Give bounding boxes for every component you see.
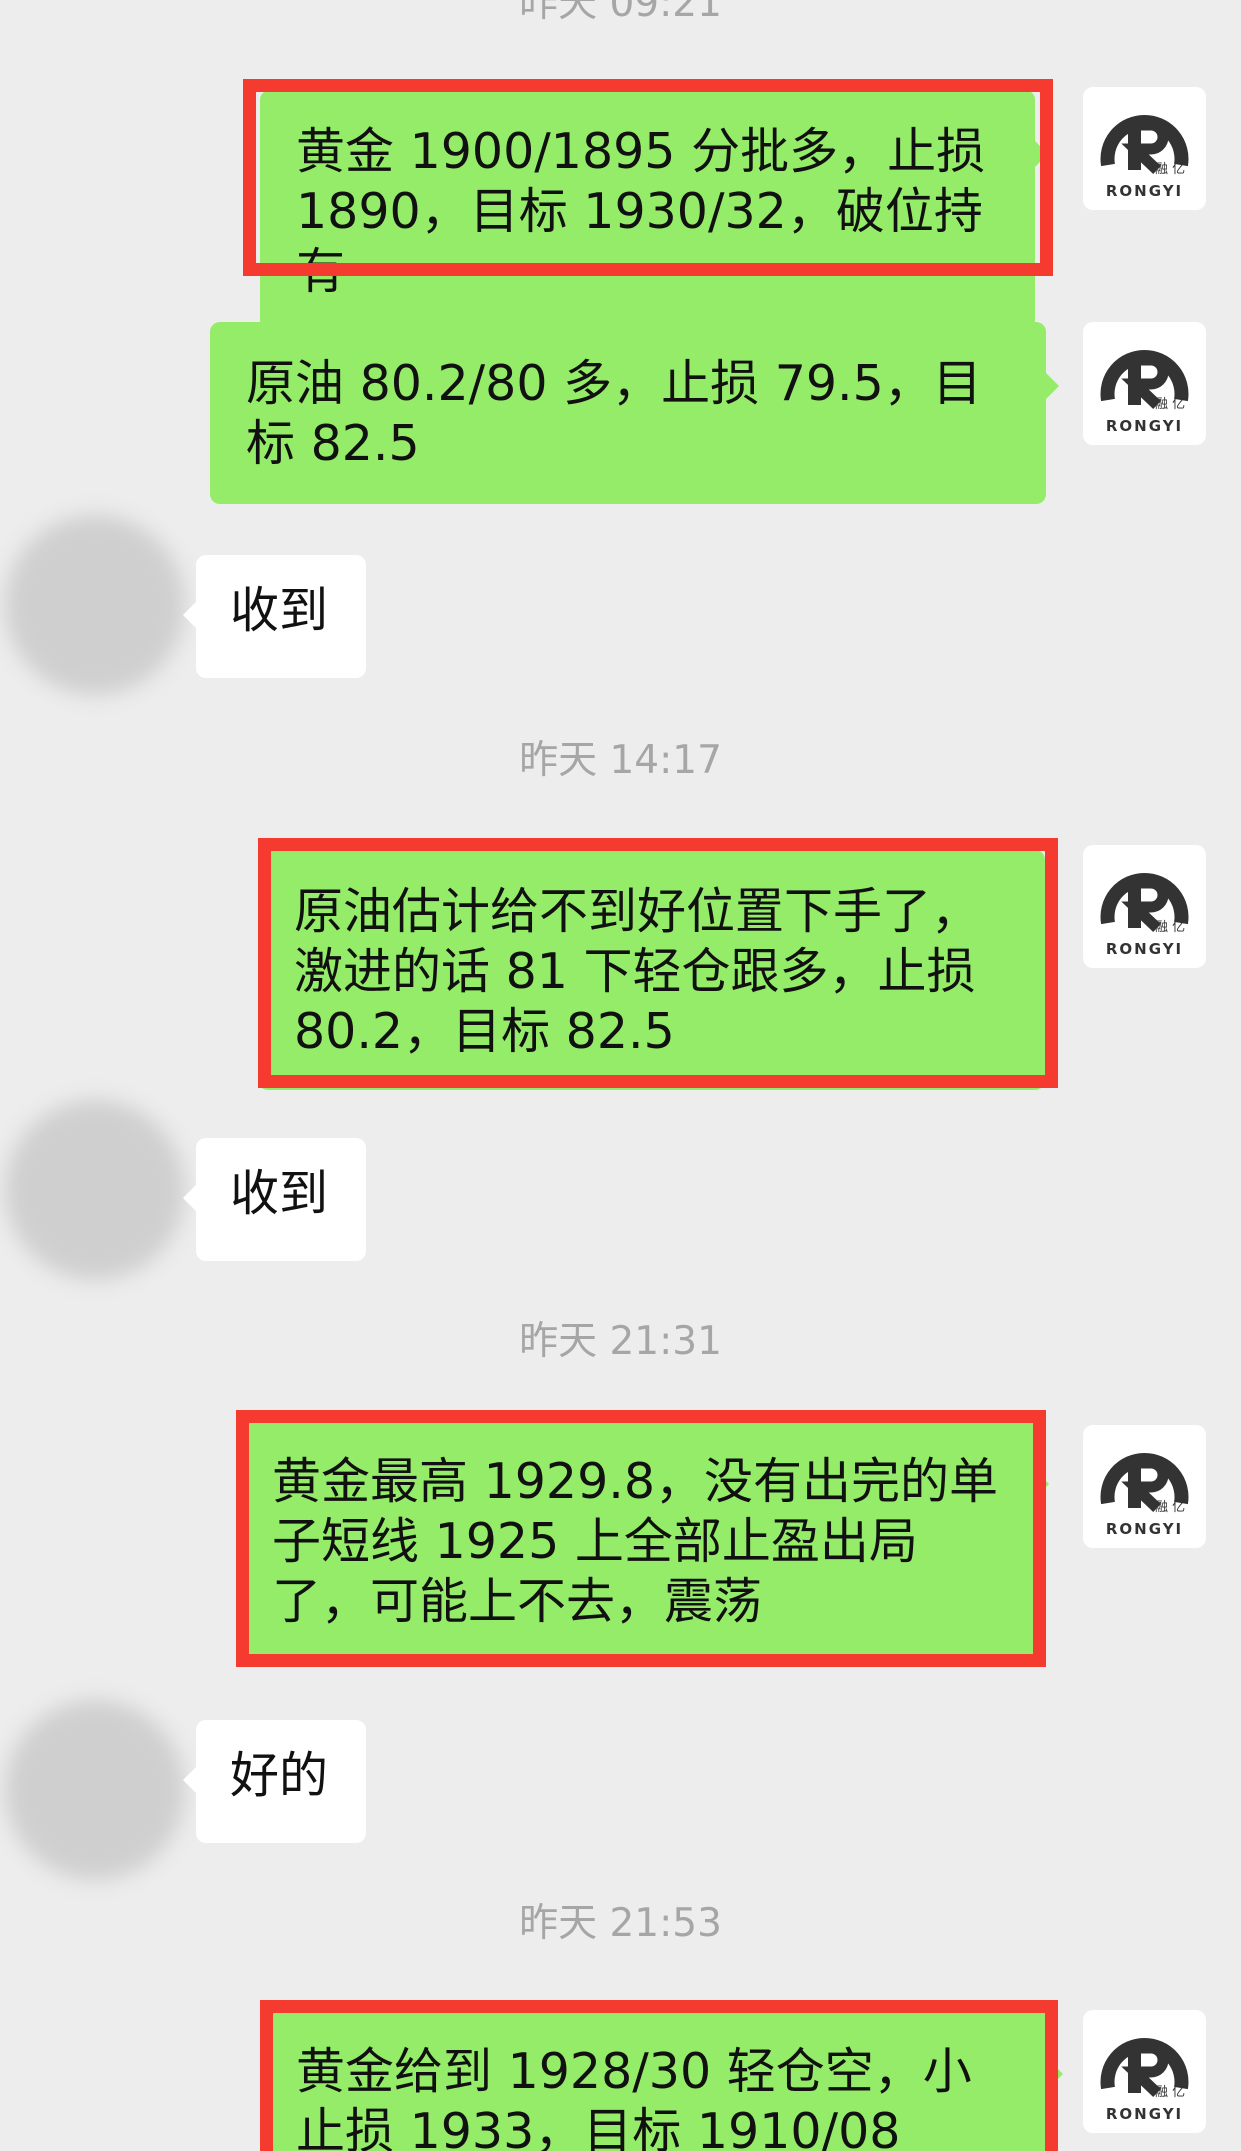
timestamp: 昨天 09:21 <box>519 0 722 26</box>
svg-text:融 亿: 融 亿 <box>1155 397 1185 412</box>
sent-message[interactable]: 黄金 1900/1895 分批多，止损 1890，目标 1930/32，破位持有 <box>260 90 1048 330</box>
svg-text:融 亿: 融 亿 <box>1155 1500 1185 1515</box>
svg-text:RONGYI: RONGYI <box>1106 182 1183 200</box>
brand-avatar[interactable]: 融 亿 RONGYI <box>1083 1425 1206 1548</box>
received-message[interactable]: 收到 <box>183 555 366 678</box>
chat-window: 昨天 09:21 黄金 1900/1895 分批多，止损 1890，目标 193… <box>0 0 1241 2151</box>
contact-avatar[interactable] <box>5 515 185 695</box>
brand-avatar[interactable]: 融 亿 RONGYI <box>1083 845 1206 968</box>
svg-text:RONGYI: RONGYI <box>1106 940 1183 958</box>
sent-message[interactable]: 黄金最高 1929.8，没有出完的单子短线 1925 上全部止盈出局了，可能上不… <box>236 1420 1049 1660</box>
svg-text:RONGYI: RONGYI <box>1106 417 1183 435</box>
rongyi-logo-icon: 融 亿 RONGYI <box>1100 349 1189 435</box>
contact-avatar[interactable] <box>5 1700 185 1880</box>
rongyi-logo-icon: 融 亿 RONGYI <box>1100 2037 1189 2123</box>
svg-text:RONGYI: RONGYI <box>1106 1520 1183 1538</box>
svg-text:融 亿: 融 亿 <box>1155 920 1185 935</box>
sent-message[interactable]: 原油估计给不到好位置下手了，激进的话 81 下轻仓跟多，止损 80.2，目标 8… <box>258 850 1058 1090</box>
brand-avatar[interactable]: 融 亿 RONGYI <box>1083 87 1206 210</box>
timestamp: 昨天 14:17 <box>519 738 722 783</box>
rongyi-logo-icon: 融 亿 RONGYI <box>1100 872 1189 958</box>
received-message[interactable]: 收到 <box>183 1138 366 1261</box>
svg-text:RONGYI: RONGYI <box>1106 2105 1183 2123</box>
svg-text:融 亿: 融 亿 <box>1155 2085 1185 2100</box>
sent-message[interactable]: 原油 80.2/80 多，止损 79.5，目标 82.5 <box>210 322 1059 504</box>
timestamp: 昨天 21:53 <box>519 1901 722 1946</box>
rongyi-logo-icon: 融 亿 RONGYI <box>1100 114 1189 200</box>
svg-text:融 亿: 融 亿 <box>1155 162 1185 177</box>
rongyi-logo-icon: 融 亿 RONGYI <box>1100 1452 1189 1538</box>
timestamp: 昨天 21:31 <box>519 1319 722 1364</box>
brand-avatar[interactable]: 融 亿 RONGYI <box>1083 2010 1206 2133</box>
contact-avatar[interactable] <box>5 1100 185 1280</box>
brand-avatar[interactable]: 融 亿 RONGYI <box>1083 322 1206 445</box>
received-message[interactable]: 好的 <box>183 1720 366 1843</box>
sent-message[interactable]: 黄金给到 1928/30 轻仓空，小止损 1933，目标 1910/08 <box>260 2010 1063 2151</box>
